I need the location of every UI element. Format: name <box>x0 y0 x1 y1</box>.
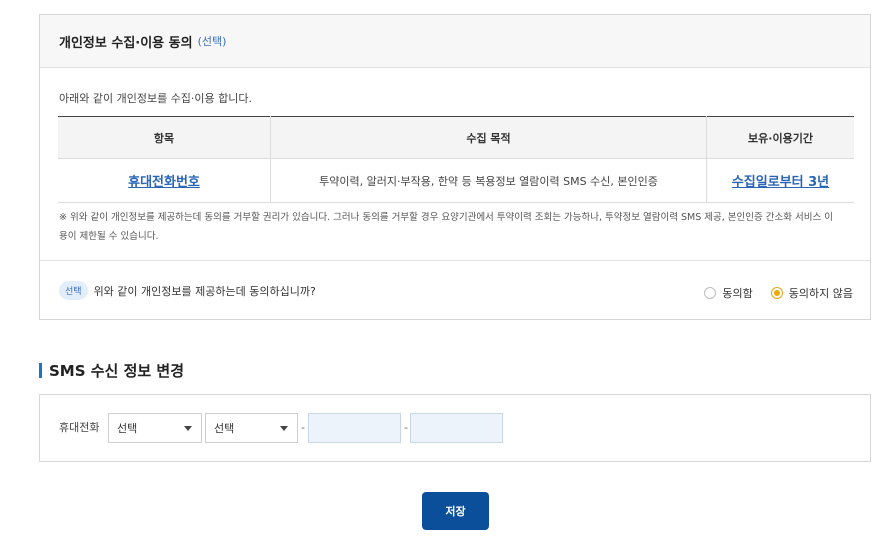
consent-title: 개인정보 수집·이용 동의 <box>59 35 193 51</box>
table-cell-period: 수집일로부터 3년 <box>706 158 854 203</box>
phone-middle-input[interactable] <box>308 413 401 443</box>
table-header-row: 항목 수집 목적 보유·이용기간 <box>58 116 854 159</box>
phone-carrier-select[interactable]: 선택 <box>108 413 202 443</box>
consent-info-table: 항목 수집 목적 보유·이용기간 휴대전화번호 투약이력, 알러지·부작용, 한… <box>58 116 854 203</box>
radio-disagree-label: 동의하지 않음 <box>788 287 853 300</box>
consent-optional-badge: (선택) <box>197 35 227 48</box>
consent-intro-text: 아래와 같이 개인정보를 수집·이용 합니다. <box>59 92 253 105</box>
phone-prefix-select[interactable]: 선택 <box>205 413 298 443</box>
item-link-phone-number[interactable]: 휴대전화번호 <box>128 175 200 190</box>
save-button[interactable]: 저장 <box>422 492 489 530</box>
table-header-period: 보유·이용기간 <box>706 116 854 159</box>
table-header-purpose: 수집 목적 <box>270 116 707 159</box>
radio-agree-label: 동의함 <box>722 287 753 300</box>
chevron-down-icon <box>184 426 192 431</box>
radio-agree[interactable]: 동의함 <box>704 285 753 301</box>
sms-title-text: SMS 수신 정보 변경 <box>49 362 185 380</box>
radio-disagree[interactable]: 동의하지 않음 <box>770 285 853 301</box>
consent-question-text: 위와 같이 개인정보를 제공하는데 동의하십니까? <box>93 284 316 298</box>
phone-label: 휴대전화 <box>59 421 100 434</box>
chevron-down-icon <box>280 426 288 431</box>
phone-separator: - <box>301 421 305 434</box>
radio-agree-button[interactable] <box>704 287 717 299</box>
table-header-item: 항목 <box>58 116 271 159</box>
sms-section-title: SMS 수신 정보 변경 <box>39 360 184 381</box>
consent-notice: ※ 위와 같이 개인정보를 제공하는데 동의를 거부할 권리가 있습니다. 그러… <box>59 212 833 242</box>
section-divider <box>40 260 870 261</box>
phone-prefix-select-value: 선택 <box>214 422 235 435</box>
period-link[interactable]: 수집일로부터 3년 <box>732 175 829 190</box>
phone-separator: - <box>404 421 408 434</box>
phone-last-input[interactable] <box>410 413 503 443</box>
consent-header: 개인정보 수집·이용 동의 (선택) <box>40 15 870 68</box>
consent-section: 개인정보 수집·이용 동의 (선택) 아래와 같이 개인정보를 수집·이용 합니… <box>39 14 871 320</box>
consent-question: 선택 위와 같이 개인정보를 제공하는데 동의하십니까? <box>59 281 316 300</box>
phone-form: 휴대전화 선택 선택 - - <box>39 394 871 462</box>
phone-carrier-select-value: 선택 <box>117 422 138 435</box>
table-cell-purpose: 투약이력, 알러지·부작용, 한약 등 복용정보 열람이력 SMS 수신, 본인… <box>270 158 707 203</box>
title-accent-bar <box>39 363 42 378</box>
optional-badge: 선택 <box>59 281 88 300</box>
radio-disagree-button[interactable] <box>770 287 783 299</box>
consent-radio-group: 동의함 동의하지 않음 <box>686 285 853 301</box>
table-cell-item: 휴대전화번호 <box>58 158 271 203</box>
table-row: 휴대전화번호 투약이력, 알러지·부작용, 한약 등 복용정보 열람이력 SMS… <box>58 158 854 203</box>
